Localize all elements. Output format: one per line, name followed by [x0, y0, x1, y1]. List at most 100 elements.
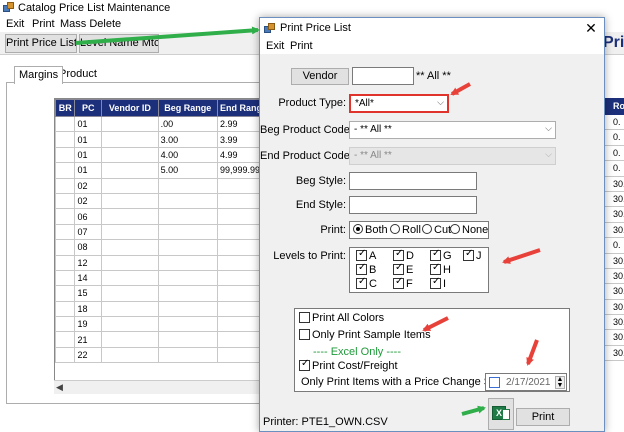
table-cell[interactable] — [216, 239, 265, 256]
table-cell[interactable] — [101, 146, 159, 164]
table-row[interactable]: 22 — [55, 346, 265, 364]
table-cell[interactable] — [216, 331, 265, 348]
radio-cut[interactable]: Cut — [422, 224, 451, 236]
right-column-cell[interactable]: 30. — [605, 207, 624, 223]
level-f-checkbox[interactable]: F — [393, 276, 413, 290]
menu-print[interactable]: Print — [32, 18, 55, 30]
table-cell[interactable]: 3.00 — [157, 131, 218, 148]
table-cell[interactable] — [157, 285, 218, 302]
table-cell[interactable] — [101, 192, 159, 210]
table-row[interactable]: 06 — [55, 208, 265, 225]
table-cell[interactable] — [101, 208, 159, 225]
right-column-cell[interactable]: 0. — [605, 115, 624, 131]
table-cell[interactable]: 08 — [74, 239, 103, 256]
table-row[interactable]: 02 — [55, 177, 265, 194]
table-cell[interactable]: 2.99 — [216, 115, 265, 133]
table-cell[interactable] — [101, 331, 159, 348]
table-cell[interactable] — [101, 131, 159, 148]
beg-style-input[interactable] — [349, 172, 477, 190]
date-enable-checkbox[interactable] — [489, 377, 500, 388]
table-cell[interactable]: 01 — [74, 162, 103, 179]
table-cell[interactable]: 5.00 — [157, 162, 218, 179]
right-column-cell[interactable]: 0. — [605, 161, 624, 177]
right-column-cell[interactable]: 0. — [605, 238, 624, 254]
table-cell[interactable] — [101, 239, 159, 256]
right-column-cell[interactable]: 30. — [605, 177, 624, 192]
grid-horizontal-scrollbar[interactable]: ◀ — [54, 380, 266, 394]
table-cell[interactable] — [157, 223, 218, 241]
table-cell[interactable] — [101, 177, 159, 194]
right-column-cell[interactable]: 30. — [605, 192, 624, 208]
table-cell[interactable] — [55, 316, 76, 333]
excel-export-button[interactable]: X — [488, 398, 514, 430]
table-cell[interactable]: 02 — [74, 177, 103, 194]
level-j-checkbox[interactable]: J — [463, 248, 482, 262]
table-row[interactable]: 12 — [55, 254, 265, 271]
right-column-cell[interactable]: 30. — [605, 254, 624, 269]
right-column-cell[interactable]: 30. — [605, 284, 624, 300]
table-cell[interactable] — [157, 331, 218, 348]
grid-column-header[interactable]: BR — [55, 99, 76, 117]
table-cell[interactable] — [216, 192, 265, 210]
vendor-input[interactable] — [352, 67, 414, 85]
table-cell[interactable] — [55, 146, 76, 164]
grid-column-header[interactable]: Beg Range — [157, 99, 218, 117]
table-cell[interactable] — [55, 192, 76, 210]
right-column-cell[interactable]: 30. — [605, 330, 624, 346]
table-row[interactable]: 01 3.00 3.99 — [55, 131, 265, 148]
table-cell[interactable]: 4.99 — [216, 146, 265, 164]
table-cell[interactable] — [55, 177, 76, 194]
right-column-cell[interactable]: 30. — [605, 223, 624, 239]
table-cell[interactable] — [216, 300, 265, 318]
table-cell[interactable]: 01 — [74, 131, 103, 148]
table-cell[interactable] — [216, 269, 265, 287]
table-cell[interactable] — [216, 316, 265, 333]
table-row[interactable]: 14 — [55, 269, 265, 287]
table-cell[interactable] — [55, 223, 76, 241]
print-price-list-button[interactable]: Print Price List — [5, 34, 77, 53]
radio-both[interactable]: Both — [353, 224, 388, 236]
table-cell[interactable] — [157, 192, 218, 210]
level-d-checkbox[interactable]: D — [393, 248, 414, 262]
table-cell[interactable]: 07 — [74, 223, 103, 241]
table-cell[interactable] — [157, 239, 218, 256]
table-cell[interactable] — [216, 285, 265, 302]
table-row[interactable]: 07 — [55, 223, 265, 241]
table-cell[interactable] — [157, 177, 218, 194]
table-cell[interactable]: 19 — [74, 316, 103, 333]
right-column-cell[interactable]: 30. — [605, 269, 624, 285]
table-row[interactable]: 01 4.00 4.99 — [55, 146, 265, 164]
only-print-sample-items-checkbox[interactable]: Only Print Sample Items — [299, 329, 431, 341]
price-change-date-picker[interactable]: 2/17/2021 ▲ ▼ — [485, 373, 567, 391]
table-cell[interactable]: 99,999.99 — [216, 162, 265, 179]
table-cell[interactable] — [101, 254, 159, 271]
menu-exit[interactable]: Exit — [6, 18, 24, 30]
table-cell[interactable] — [216, 346, 265, 364]
radio-none[interactable]: None — [450, 224, 488, 236]
dialog-menu-print[interactable]: Print — [290, 40, 313, 52]
print-cost-freight-checkbox[interactable]: Print Cost/Freight — [299, 358, 398, 372]
table-cell[interactable] — [157, 254, 218, 271]
table-cell[interactable] — [55, 239, 76, 256]
table-cell[interactable] — [157, 346, 218, 364]
table-cell[interactable] — [55, 285, 76, 302]
table-cell[interactable] — [101, 316, 159, 333]
scroll-left-icon[interactable]: ◀ — [56, 382, 63, 393]
table-cell[interactable]: 14 — [74, 269, 103, 287]
beg-product-code-select[interactable]: - ** All ** ⌵ — [349, 121, 556, 139]
table-cell[interactable]: 4.00 — [157, 146, 218, 164]
table-cell[interactable]: 15 — [74, 285, 103, 302]
table-cell[interactable] — [216, 254, 265, 271]
table-cell[interactable] — [55, 331, 76, 348]
right-column-cell[interactable]: 0. — [605, 146, 624, 162]
table-cell[interactable] — [55, 208, 76, 225]
table-cell[interactable] — [55, 115, 76, 133]
table-row[interactable]: 01 .00 2.99 — [55, 115, 265, 133]
table-cell[interactable]: 21 — [74, 331, 103, 348]
dialog-menu-exit[interactable]: Exit — [266, 40, 284, 52]
level-name-mtc-button[interactable]: Level Name Mtc — [79, 34, 159, 53]
table-cell[interactable] — [216, 208, 265, 225]
print-all-colors-checkbox[interactable]: Print All Colors — [299, 312, 384, 324]
table-cell[interactable] — [55, 300, 76, 318]
grid-column-header[interactable]: PC — [74, 99, 103, 117]
